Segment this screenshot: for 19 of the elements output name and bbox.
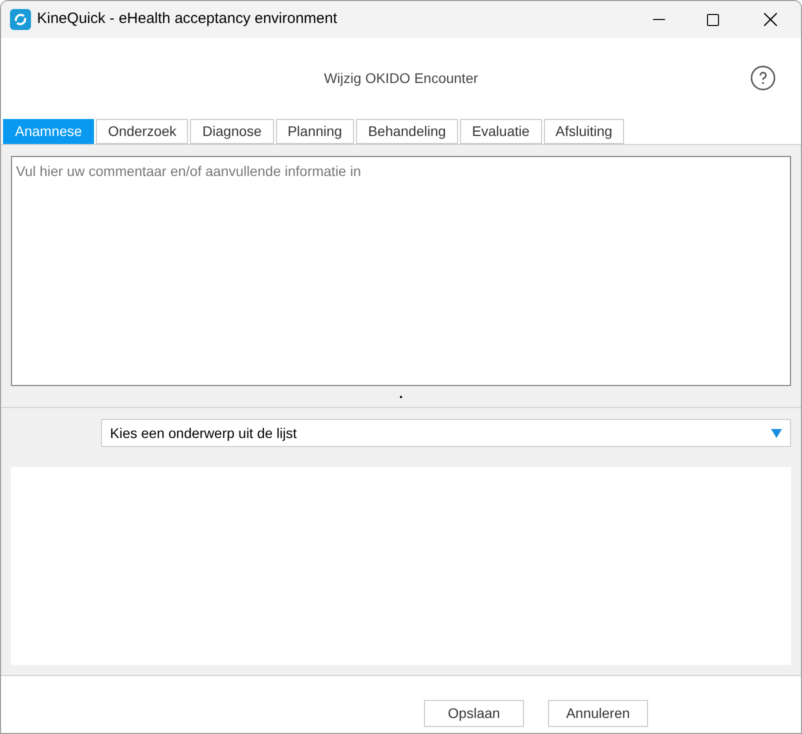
dialog-title: Wijzig OKIDO Encounter	[324, 68, 478, 88]
tab[interactable]: Planning	[276, 119, 354, 144]
tab[interactable]: Diagnose	[190, 119, 274, 144]
tab[interactable]: Afsluiting	[544, 119, 624, 144]
app-logo-icon	[10, 9, 31, 30]
splitter-handle[interactable]	[400, 396, 402, 398]
dialog-button[interactable]: Annuleren	[548, 700, 648, 727]
tab[interactable]: Onderzoek	[96, 119, 188, 144]
comment-field[interactable]: Vul hier uw commentaar en/of aanvullende informatie in	[11, 156, 791, 386]
help-icon[interactable]	[750, 65, 776, 91]
close-icon[interactable]	[764, 13, 777, 26]
dropdown-arrow-icon	[771, 428, 782, 438]
subject-dropdown[interactable]: Kies een onderwerp uit de lijst	[101, 419, 791, 447]
tab[interactable]: Evaluatie	[460, 119, 542, 144]
tab[interactable]: Behandeling	[356, 119, 458, 144]
window-title: KineQuick - eHealth acceptancy environment	[37, 9, 338, 30]
minimize-icon[interactable]	[653, 18, 665, 20]
dialog-button[interactable]: Opslaan	[424, 700, 524, 727]
maximize-icon[interactable]	[707, 14, 719, 26]
